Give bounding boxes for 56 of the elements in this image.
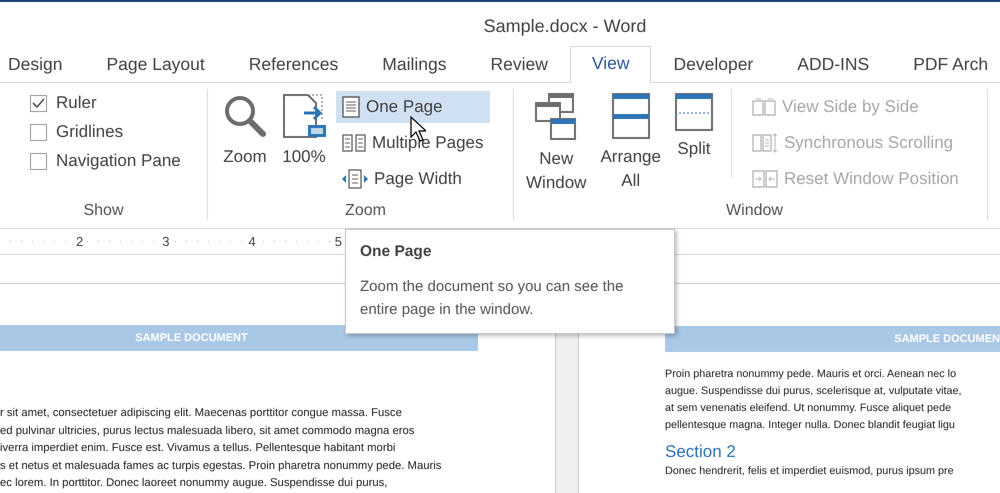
ruler-number: 2 xyxy=(74,234,86,249)
body-text-line: s et netus et malesuada fames ac turpis egestas. Proin pharetra nonummy pede. Mauris xyxy=(0,458,442,474)
section-heading: Section 2 xyxy=(665,442,737,462)
windows-icon xyxy=(534,93,578,141)
body-text-line: r sit amet, consectetuer adipiscing elit. Maecenas porttitor congue massa. Fusce xyxy=(0,406,403,421)
checkbox[interactable] xyxy=(30,94,47,112)
ribbon-button[interactable]: One Page xyxy=(336,91,490,123)
window-title: Sample.docx - Word xyxy=(482,16,646,37)
checkbox[interactable] xyxy=(30,152,47,170)
page-icon xyxy=(342,96,360,118)
side-by-side-icon xyxy=(752,98,776,116)
split-window-icon xyxy=(674,93,713,131)
body-text-line: pellentesque magna. Integer nulla. Donec blandit feugiat ligu xyxy=(665,418,956,433)
ribbon-button[interactable]: 100% xyxy=(278,89,330,202)
body-text-line: Proin pharetra nonummy pede. Mauris et orci. Aenean nec lo xyxy=(665,367,958,382)
ribbon-button[interactable]: Page Width xyxy=(336,163,490,195)
ribbon-button[interactable]: Arrange All xyxy=(596,89,665,202)
search-icon xyxy=(222,93,268,139)
ruler-number: 4 xyxy=(246,234,258,249)
checkbox-label: Gridlines xyxy=(56,122,124,142)
ribbon-tab[interactable]: References xyxy=(226,47,360,83)
page-zoom-icon xyxy=(282,93,326,139)
ribbon-tab[interactable]: Design xyxy=(0,47,84,83)
page-width-icon xyxy=(342,169,368,189)
checkbox-label: Ruler xyxy=(56,93,97,113)
body-text-line: at sem venenatis eleifend. Ut nonummy. Fusce aliquet pede xyxy=(665,401,952,416)
document-header: SAMPLE DOCUMENT xyxy=(0,325,478,351)
body-text-line: iverra imperdiet enim. Fusce est. Vivamus a tellus. Pellentesque habitant morbi xyxy=(0,441,396,456)
body-text-line: ed pulvinar ultricies, purus lectus malesuada libero, sit amet commodo magna eros xyxy=(0,424,416,438)
ribbon-button[interactable]: Zoom xyxy=(218,89,272,202)
group-label: Zoom xyxy=(344,202,387,220)
document-header: SAMPLE DOCUMEN xyxy=(665,326,1000,352)
tooltip-text: Zoom the document so you can see the entire page in the window. xyxy=(360,277,624,320)
ribbon-tab[interactable]: View xyxy=(570,46,652,83)
checkbox-label: Navigation Pane xyxy=(56,151,181,171)
checkbox[interactable] xyxy=(30,124,47,140)
body-text-line: ec lorem. In porttitor. Donec laoreet nonummy augue. Suspendisse dui purus, xyxy=(0,476,388,491)
ribbon-button[interactable]: New Window xyxy=(522,89,590,202)
ribbon-tab[interactable]: Mailings xyxy=(360,47,468,83)
body-text-line: Donec hendrerit, felis et imperdiet euismod, purus ipsum pre xyxy=(665,464,955,479)
reset-windows-icon xyxy=(752,169,778,189)
body-text-line: augue. Suspendisse dui purus, scelerisque at, vulputate vitae, xyxy=(665,384,963,399)
sync-scroll-icon xyxy=(752,132,778,154)
ribbon-tab[interactable]: PDF Arch xyxy=(891,47,990,83)
ribbon-tab[interactable]: ADD-INS xyxy=(775,47,892,83)
tooltip-title: One Page xyxy=(360,242,432,262)
group-label: Show xyxy=(82,202,125,220)
stacked-windows-icon xyxy=(612,93,650,139)
ribbon-tab[interactable]: Developer xyxy=(651,47,776,83)
ribbon-tab[interactable]: Page Layout xyxy=(84,47,227,83)
ribbon-tab[interactable]: Review xyxy=(468,47,570,83)
two-pages-icon xyxy=(342,134,366,152)
ruler-number: 5 xyxy=(332,234,344,249)
ribbon-button[interactable]: Split xyxy=(670,89,717,202)
group-label: Window xyxy=(725,202,784,220)
ruler-number: 3 xyxy=(160,234,172,249)
